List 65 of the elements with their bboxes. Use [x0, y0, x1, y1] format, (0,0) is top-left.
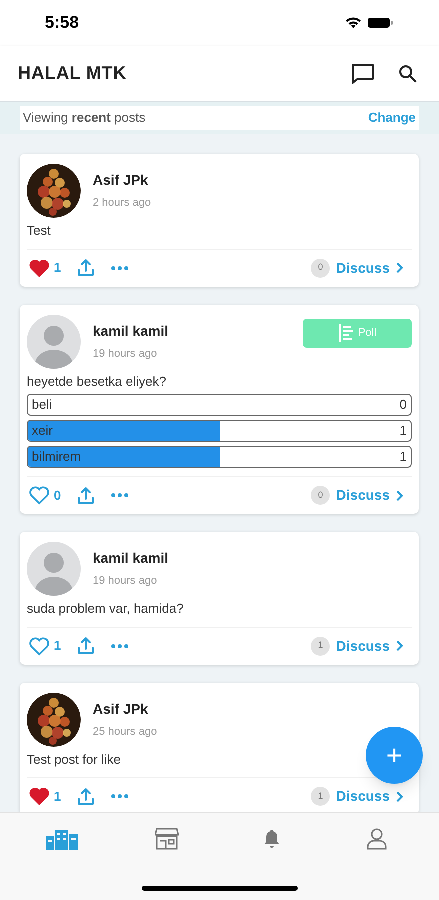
store-icon[interactable]: [155, 828, 180, 850]
option-label: beli: [32, 396, 52, 414]
poll-option[interactable]: bilmirem 1: [27, 446, 412, 468]
chevron-right-icon: [396, 490, 404, 502]
author-name: kamil kamil: [93, 322, 170, 340]
poll-option[interactable]: xeir 1: [27, 420, 412, 442]
heart-icon[interactable]: [29, 787, 50, 806]
discuss-link[interactable]: Discuss: [336, 786, 390, 807]
chevron-right-icon: [396, 790, 404, 802]
battery-icon: [368, 17, 394, 29]
comment-count: 0: [311, 258, 330, 278]
more-icon[interactable]: [111, 266, 130, 270]
bar-chart-icon: [338, 324, 354, 342]
comment-count: 0: [311, 486, 330, 505]
vote-count: 1: [400, 448, 407, 466]
more-icon[interactable]: [111, 493, 130, 498]
bell-icon[interactable]: [262, 829, 281, 849]
share-icon[interactable]: [77, 637, 96, 655]
profile-icon[interactable]: [366, 828, 387, 850]
heart-icon[interactable]: [29, 636, 50, 656]
post-text: Test post for like: [27, 750, 121, 769]
filter-text: Viewing recent posts: [23, 109, 146, 128]
chevron-right-icon: [396, 640, 404, 652]
discuss-link[interactable]: Discuss: [336, 636, 390, 656]
option-label: xeir: [32, 422, 53, 440]
vote-count: 0: [400, 396, 407, 414]
app-title: HALAL MTK: [18, 62, 127, 85]
comment-count: 1: [311, 787, 330, 806]
more-icon[interactable]: [111, 644, 130, 648]
heart-icon[interactable]: [29, 486, 50, 505]
discuss-link[interactable]: Discuss: [336, 258, 390, 278]
buildings-icon[interactable]: [46, 828, 78, 850]
avatar-icon: [27, 314, 81, 368]
poll-badge: Poll: [303, 318, 412, 348]
comment-count: 1: [311, 636, 330, 656]
post-time: 25 hours ago: [93, 724, 158, 740]
more-icon[interactable]: [111, 794, 130, 799]
wifi-icon: [345, 17, 362, 29]
poll-option[interactable]: beli 0: [27, 394, 412, 416]
like-count: 1: [54, 637, 62, 656]
chevron-right-icon: [396, 262, 404, 274]
vote-count: 1: [400, 422, 407, 440]
post-time: 19 hours ago: [93, 574, 158, 589]
author-name: kamil kamil: [93, 549, 170, 568]
avatar-icon: [27, 542, 81, 596]
status-time: 5:58: [45, 12, 80, 34]
post-text: Test: [27, 222, 51, 240]
heart-icon[interactable]: [29, 258, 50, 278]
author-name: Asif JPk: [93, 700, 150, 718]
post-time: 19 hours ago: [93, 346, 158, 362]
share-icon[interactable]: [77, 486, 96, 504]
post-text: heyetde besetka eliyek?: [27, 372, 166, 391]
author-name: Asif JPk: [93, 171, 150, 190]
like-count: 1: [54, 259, 62, 278]
option-label: bilmirem: [32, 448, 82, 466]
discuss-link[interactable]: Discuss: [336, 485, 390, 506]
share-icon[interactable]: [77, 259, 96, 277]
change-link[interactable]: Change: [368, 108, 416, 128]
like-count: 1: [54, 788, 62, 806]
post-time: 2 hours ago: [93, 196, 152, 211]
chat-icon[interactable]: [351, 62, 375, 84]
like-count: 0: [54, 486, 62, 505]
post-text: suda problem var, hamida?: [27, 600, 184, 618]
search-icon[interactable]: [399, 64, 417, 82]
share-icon[interactable]: [77, 788, 96, 806]
